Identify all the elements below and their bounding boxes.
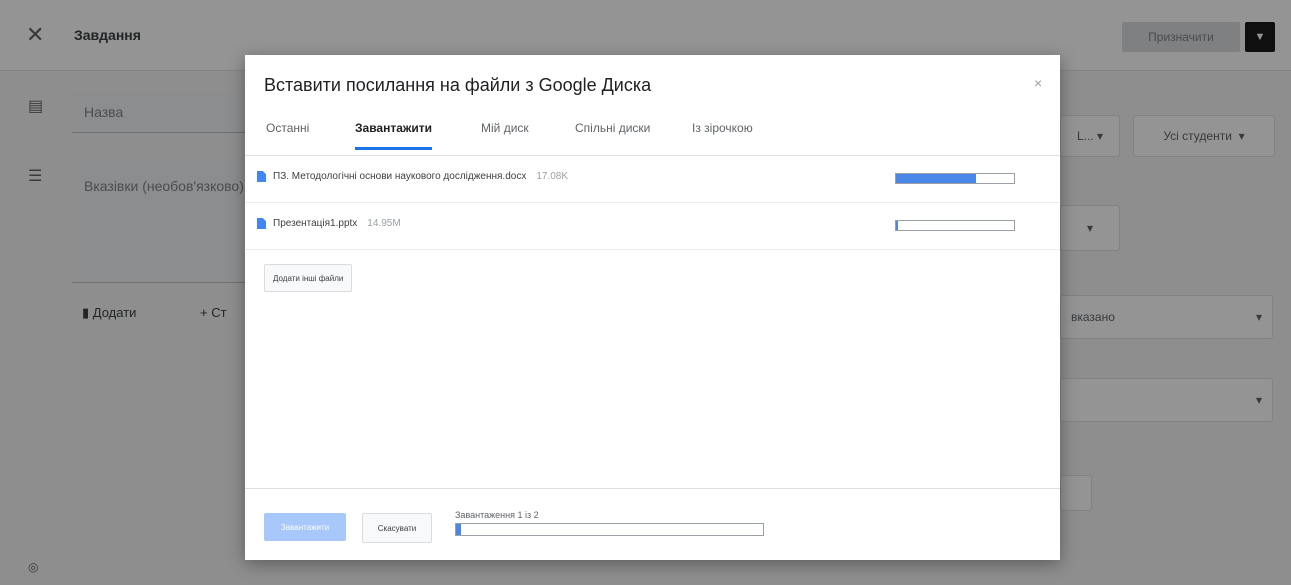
upload-status-text: Завантаження 1 із 2 [455,510,539,520]
file-name-text: ПЗ. Методологічні основи наукового дослі… [273,171,527,182]
file-progress-fill [896,174,977,183]
upload-file-row: ПЗ. Методологічні основи наукового дослі… [245,156,1060,203]
cancel-button[interactable]: Скасувати [362,513,432,543]
tab-starred[interactable]: Із зірочкою [692,121,753,147]
overall-progress-fill [456,524,461,535]
file-size: 17.08K [536,171,569,182]
picker-tabs: Останні Завантажити Мій диск Спільні дис… [245,113,1060,156]
tab-recent[interactable]: Останні [266,121,309,147]
file-name: Презентація1.pptx 14.95M [273,218,401,229]
upload-button[interactable]: Завантажити [264,513,346,541]
file-progress-bar [895,220,1015,231]
tab-upload[interactable]: Завантажити [355,121,433,150]
file-size: 14.95M [367,218,401,229]
file-name: ПЗ. Методологічні основи наукового дослі… [273,171,568,182]
close-icon[interactable]: × [1034,75,1042,91]
file-progress-bar [895,173,1015,184]
doc-file-icon [257,218,266,229]
doc-file-icon [257,171,266,182]
file-name-text: Презентація1.pptx [273,218,358,229]
google-drive-picker-dialog: Вставити посилання на файли з Google Дис… [245,55,1060,560]
upload-file-row: Презентація1.pptx 14.95M [245,203,1060,250]
dialog-title: Вставити посилання на файли з Google Дис… [264,75,652,95]
add-more-files-button[interactable]: Додати інші файли [264,264,353,292]
file-progress-fill [896,221,898,230]
tab-my-drive[interactable]: Мій диск [481,121,529,147]
footer-divider [245,488,1060,489]
overall-progress-bar [455,523,764,536]
tab-shared-drives[interactable]: Спільні диски [575,121,650,147]
